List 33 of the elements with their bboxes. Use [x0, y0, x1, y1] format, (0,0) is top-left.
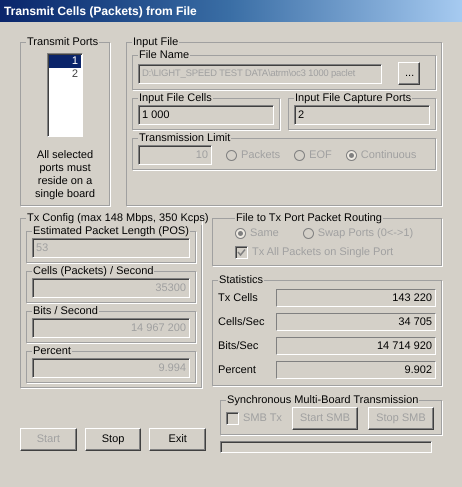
- stat-value: 9.902: [276, 361, 436, 379]
- group-label: Transmit Ports: [26, 36, 100, 49]
- stat-label: Bits/Sec: [218, 340, 260, 352]
- group-label: Percent: [32, 345, 72, 358]
- stat-value: 34 705: [276, 313, 436, 331]
- ports-note: All selected ports must reside on a single board: [34, 149, 96, 201]
- group-label: Input File Cells: [138, 92, 213, 105]
- group-label: Estimated Packet Length (POS): [32, 225, 190, 238]
- port-item[interactable]: 2: [49, 68, 81, 81]
- stat-label: Cells/Sec: [218, 316, 266, 328]
- stat-label: Tx Cells: [218, 292, 259, 304]
- window-title: Transmit Cells (Packets) from File: [4, 4, 197, 18]
- group-label: Synchronous Multi-Board Transmission: [226, 394, 420, 407]
- group-label: File to Tx Port Packet Routing: [235, 212, 383, 225]
- group-label: Input File Capture Ports: [294, 92, 412, 105]
- port-item[interactable]: 1: [49, 55, 81, 68]
- text-field[interactable]: 1 000: [138, 105, 274, 125]
- group-label: Transmission Limit: [138, 132, 232, 145]
- dialog-button[interactable]: Stop: [84, 428, 142, 451]
- group-label: Tx Config (max 148 Mbps, 350 Kcps): [26, 212, 210, 225]
- check-icon: [237, 248, 246, 257]
- group-label: Input File: [132, 36, 180, 49]
- stat-label: Percent: [218, 364, 257, 376]
- text-field[interactable]: 2: [294, 105, 430, 125]
- dialog-button[interactable]: Exit: [149, 428, 206, 451]
- group-label: File Name: [138, 49, 190, 62]
- dialog-button[interactable]: ...: [398, 62, 420, 85]
- stat-value: 14 714 920: [276, 337, 436, 355]
- group-label: Bits / Second: [32, 305, 99, 318]
- group-label: Statistics: [218, 274, 264, 287]
- stat-value: 143 220: [276, 289, 436, 307]
- group-label: Cells (Packets) / Second: [32, 265, 154, 278]
- port-list[interactable]: 1 2: [47, 53, 83, 137]
